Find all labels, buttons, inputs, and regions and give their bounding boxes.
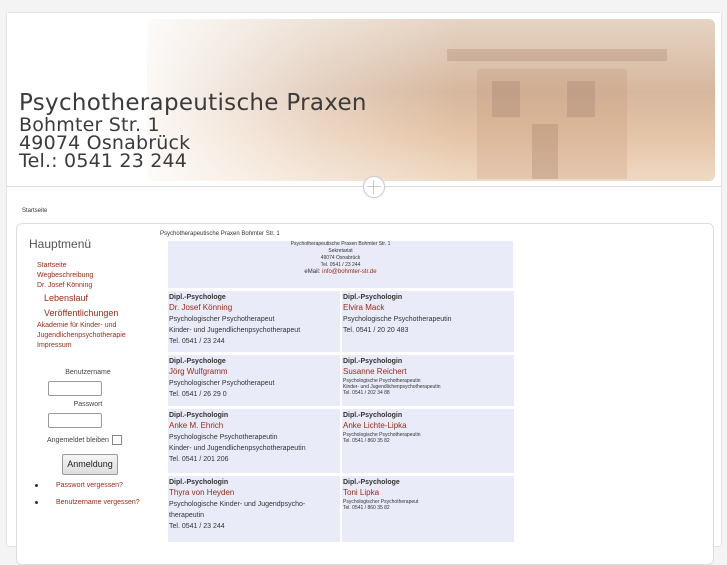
person-phone: Tel. 0541 / 860 35 82: [343, 438, 390, 444]
house-window-shape: [492, 81, 520, 117]
login-button[interactable]: Anmeldung: [62, 454, 118, 475]
mail-link[interactable]: info@bohmter-str.de: [322, 269, 376, 275]
person-name[interactable]: Susanne Reichert: [342, 366, 514, 378]
mail-prefix: eMail:: [304, 269, 321, 275]
password-label: Passwort: [73, 401, 103, 408]
site-title: Psychotherapeutische Praxen: [19, 90, 367, 116]
remember-label: Angemeldet bleiben: [47, 436, 109, 444]
username-label: Benutzername: [65, 369, 111, 376]
person-cell: Dipl.-Psychologe Toni Lipka Psychologisc…: [342, 476, 514, 542]
username-input[interactable]: [48, 381, 102, 396]
person-desc: Kinder- und Jugendlichenpsychotherapeut: [169, 327, 301, 334]
person-name[interactable]: Anke M. Ehrich: [168, 420, 340, 432]
person-name[interactable]: Elvira Mack: [342, 302, 514, 314]
person-role: Dipl.-Psychologe: [169, 294, 226, 301]
secretariat-mail: eMail: info@bohmter-str.de: [168, 269, 513, 276]
forgot-password-item: Passwort vergessen?: [35, 482, 123, 489]
forgot-username-link[interactable]: Benutzername vergessen?: [56, 499, 140, 506]
person-role: Dipl.-Psychologin: [169, 412, 229, 419]
menu-item-veroeffentlichungen[interactable]: Veröffentlichungen: [37, 306, 126, 321]
person-role: Dipl.-Psychologe: [169, 358, 226, 365]
person-phone: Tel. 0541 / 20 20 483: [343, 327, 409, 334]
breadcrumb[interactable]: Startseite: [22, 208, 47, 214]
site-header: Psychotherapeutische Praxen Bohmter Str.…: [7, 13, 721, 185]
menu-item-josef-koenning[interactable]: Dr. Josef Könning: [37, 281, 126, 291]
person-role: Dipl.-Psychologin: [343, 412, 403, 419]
person-phone: Tel. 0541 / 23 244: [169, 338, 225, 345]
person-cell: Dipl.-Psychologin Elvira Mack Psychologi…: [342, 291, 514, 352]
person-cell: Dipl.-Psychologin Thyra von Heyden Psych…: [168, 476, 340, 542]
remember-checkbox[interactable]: [111, 435, 122, 445]
person-phone: Tel. 0541 / 26 29 0: [169, 391, 227, 398]
person-desc: therapeutin: [169, 512, 205, 519]
person-desc: Psychologischer Psychotherapeut: [169, 316, 275, 323]
forgot-username-item: Benutzername vergessen?: [35, 499, 140, 506]
remember-me: Angemeldet bleiben: [47, 435, 122, 445]
bullet-icon: [35, 483, 38, 487]
menu-item-startseite[interactable]: Startseite: [37, 261, 126, 271]
house-door-shape: [532, 124, 558, 179]
person-name[interactable]: Anke Lichte-Lipka: [342, 420, 514, 432]
article-title: Psychotherapeutische Praxen Bohmter Str.…: [160, 231, 280, 237]
person-desc: Psychologischer Psychotherapeut: [169, 380, 275, 387]
person-cell: Dipl.-Psychologin Susanne Reichert Psych…: [342, 355, 514, 406]
page-frame: Psychotherapeutische Praxen Bohmter Str.…: [6, 12, 722, 565]
site-phone: Tel.: 0541 23 244: [19, 150, 188, 172]
person-desc: Psychologische Psychotherapeutin: [169, 434, 278, 441]
forgot-password-link[interactable]: Passwort vergessen?: [56, 482, 123, 489]
person-desc: Psychologische Kinder- und Jugendpsycho-: [169, 501, 306, 508]
secretariat-line: 49074 Osnabrück: [320, 255, 361, 261]
person-desc: Kinder- und Jugendlichenpsychotherapeuti…: [169, 445, 306, 452]
secretariat-block: Psychotherapeutische Praxen Bohmter Str.…: [168, 241, 513, 288]
person-phone: Tel. 0541 / 860 35 82: [343, 505, 390, 511]
person-cell: Dipl.-Psychologe Jörg Wulfgramm Psycholo…: [168, 355, 340, 406]
person-name[interactable]: Dr. Josef Könning: [168, 302, 340, 314]
menu-title: Hauptmenü: [29, 237, 92, 251]
menu-item-akademie-cont[interactable]: Jugendlichenpsychotherapie: [37, 331, 126, 341]
main-container: Hauptmenü Startseite Wegbeschreibung Dr.…: [16, 223, 714, 565]
menu-item-akademie[interactable]: Akademie für Kinder- und: [37, 321, 126, 331]
person-name[interactable]: Toni Lipka: [342, 487, 514, 499]
menu-item-impressum[interactable]: Impressum: [37, 341, 126, 351]
secretariat-line: Tel. 0541 / 23 244: [320, 262, 361, 268]
main-menu: Startseite Wegbeschreibung Dr. Josef Kön…: [37, 261, 126, 351]
menu-item-lebenslauf[interactable]: Lebenslauf: [37, 291, 126, 306]
person-role: Dipl.-Psychologin: [343, 358, 403, 365]
password-input[interactable]: [48, 413, 102, 428]
house-roof-shape: [447, 49, 667, 61]
person-name[interactable]: Jörg Wulfgramm: [168, 366, 340, 378]
person-role: Dipl.-Psychologin: [169, 479, 229, 486]
house-window-shape: [567, 81, 595, 117]
secretariat-line: Psychotherapeutische Praxen Bohmter Str.…: [290, 241, 391, 247]
header-text: Psychotherapeutische Praxen Bohmter Str.…: [19, 90, 367, 172]
person-phone: Tel. 0541 / 23 244: [169, 523, 225, 530]
person-cell: Dipl.-Psychologin Anke Lichte-Lipka Psyc…: [342, 409, 514, 473]
person-role: Dipl.-Psychologe: [343, 479, 400, 486]
person-desc: Psychologische Psychotherapeutin: [343, 316, 452, 323]
bullet-icon: [35, 500, 38, 504]
person-phone: Tel. 0541 / 201 206: [169, 456, 229, 463]
menu-item-wegbeschreibung[interactable]: Wegbeschreibung: [37, 271, 126, 281]
person-role: Dipl.-Psychologin: [343, 294, 403, 301]
secretariat-line: Sekretariat: [328, 248, 353, 254]
person-cell: Dipl.-Psychologe Dr. Josef Könning Psych…: [168, 291, 340, 352]
person-name[interactable]: Thyra von Heyden: [168, 487, 340, 499]
person-cell: Dipl.-Psychologin Anke M. Ehrich Psychol…: [168, 409, 340, 473]
person-phone: Tel. 0541 / 202 34 88: [343, 390, 390, 396]
move-handle-icon[interactable]: [363, 176, 385, 198]
